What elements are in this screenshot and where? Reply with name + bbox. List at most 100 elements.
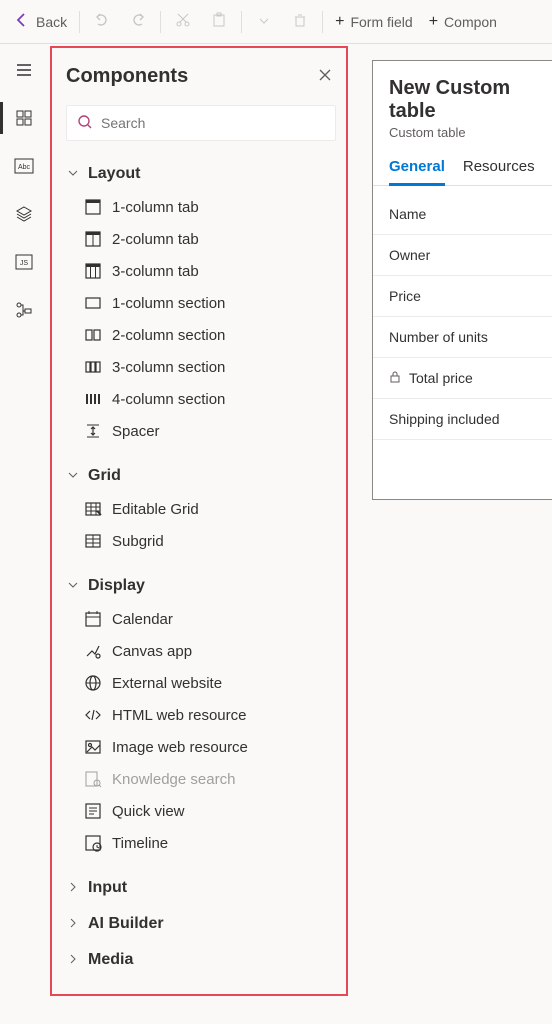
chevron-down-icon (68, 580, 80, 593)
category-items: CalendarCanvas appExternal websiteHTML w… (66, 601, 336, 867)
form-field[interactable]: Name (373, 194, 552, 235)
component-item[interactable]: Spacer (80, 415, 336, 447)
form-field[interactable]: Total price (373, 358, 552, 399)
sec3-icon (84, 358, 102, 376)
component-item[interactable]: 3-column tab (80, 255, 336, 287)
html-icon (84, 706, 102, 724)
dropdown-button[interactable] (248, 6, 280, 38)
timeline-icon (84, 834, 102, 852)
component-item[interactable]: Quick view (80, 795, 336, 827)
component-item-label: 2-column section (112, 327, 225, 344)
undo-button[interactable] (86, 6, 118, 38)
chevron-down-icon (68, 168, 80, 181)
form-fields: NameOwnerPrice Number of units Total price… (373, 186, 552, 448)
js-nav-icon[interactable]: JS (12, 250, 36, 274)
egrid-icon (84, 500, 102, 518)
component-item-label: Subgrid (112, 533, 164, 550)
component-item[interactable]: 4-column section (80, 383, 336, 415)
panel-header: Components (66, 62, 336, 91)
tab1-icon (84, 198, 102, 216)
chevron-right-icon (68, 954, 80, 967)
back-button[interactable]: Back (8, 6, 73, 38)
cut-button[interactable] (167, 6, 199, 38)
component-item[interactable]: HTML web resource (80, 699, 336, 731)
category-header[interactable]: AI Builder (66, 909, 336, 939)
form-field[interactable]: Owner (373, 235, 552, 276)
component-item-label: Timeline (112, 835, 168, 852)
component-item-label: Spacer (112, 423, 160, 440)
sgrid-icon (84, 532, 102, 550)
form-field[interactable]: Price (373, 276, 552, 317)
cal-icon (84, 610, 102, 628)
component-item[interactable]: Canvas app (80, 635, 336, 667)
tab-resources[interactable]: Resources (463, 152, 535, 185)
plus-icon: + (429, 13, 438, 31)
component-item-label: Quick view (112, 803, 185, 820)
category-header[interactable]: Media (66, 945, 336, 975)
component-item[interactable]: 2-column tab (80, 223, 336, 255)
redo-button[interactable] (122, 6, 154, 38)
category-label: Input (88, 879, 127, 897)
plus-icon: + (335, 13, 344, 31)
form-subtitle: Custom table (373, 125, 552, 152)
svg-text:Abc: Abc (18, 164, 31, 171)
lock-icon (389, 371, 401, 386)
form-card: New Custom table Custom table GeneralRes… (372, 60, 552, 500)
quick-icon (84, 802, 102, 820)
delete-button[interactable] (284, 6, 316, 38)
field-label: Shipping included (389, 411, 500, 427)
back-arrow-icon (14, 12, 30, 31)
category-label: Display (88, 577, 145, 595)
component-item[interactable]: Calendar (80, 603, 336, 635)
category-items: 1-column tab 2-column tab 3-column tab 1-co… (66, 189, 336, 455)
component-item[interactable]: Timeline (80, 827, 336, 859)
component-item[interactable]: External website (80, 667, 336, 699)
separator (322, 11, 323, 33)
chevron-right-icon (68, 918, 80, 931)
category-header[interactable]: Grid (66, 461, 336, 491)
layers-nav-icon[interactable] (12, 202, 36, 226)
tree-nav-icon[interactable] (12, 298, 36, 322)
form-field-label: Form field (350, 14, 412, 30)
chevron-down-icon (68, 470, 80, 483)
component-item[interactable]: 1-column tab (80, 191, 336, 223)
category-header[interactable]: Input (66, 873, 336, 903)
component-item[interactable]: 2-column section (80, 319, 336, 351)
category-header[interactable]: Display (66, 571, 336, 601)
component-item[interactable]: Editable Grid (80, 493, 336, 525)
separator (241, 11, 242, 33)
back-label: Back (36, 14, 67, 30)
component-item-label: 2-column tab (112, 231, 199, 248)
chevron-down-icon (258, 14, 270, 30)
hamburger-icon[interactable] (12, 58, 36, 82)
form-field[interactable]: Shipping included (373, 399, 552, 440)
sec2-icon (84, 326, 102, 344)
search-box[interactable] (66, 105, 336, 141)
globe-icon (84, 674, 102, 692)
form-field-button[interactable]: + Form field (329, 6, 419, 38)
paste-button[interactable] (203, 6, 235, 38)
undo-icon (94, 12, 110, 31)
sec1-icon (84, 294, 102, 312)
panel-title: Components (66, 65, 188, 88)
category-header[interactable]: Layout (66, 159, 336, 189)
close-icon[interactable] (314, 62, 336, 91)
category-items: Editable Grid Subgrid (66, 491, 336, 565)
component-button[interactable]: + Compon (423, 6, 503, 38)
component-item[interactable]: 3-column section (80, 351, 336, 383)
search-input[interactable] (101, 115, 325, 131)
abc-nav-icon[interactable]: Abc (12, 154, 36, 178)
delete-icon (292, 12, 308, 31)
field-label: Total price (409, 370, 473, 386)
component-item[interactable]: Subgrid (80, 525, 336, 557)
component-item-label: 1-column tab (112, 199, 199, 216)
component-item[interactable]: Image web resource (80, 731, 336, 763)
component-item[interactable]: 1-column section (80, 287, 336, 319)
canvas-icon (84, 642, 102, 660)
component-item-label: 1-column section (112, 295, 225, 312)
form-field[interactable]: Number of units (373, 317, 552, 358)
tab-general[interactable]: General (389, 152, 445, 185)
components-nav-icon[interactable] (12, 106, 36, 130)
img-icon (84, 738, 102, 756)
field-label: Number of units (389, 329, 488, 345)
